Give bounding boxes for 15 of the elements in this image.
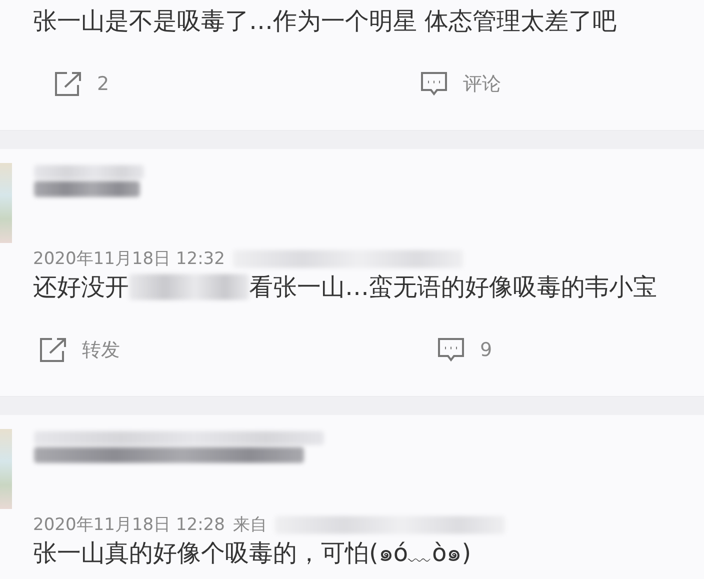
share-icon[interactable] — [53, 70, 83, 98]
comment-text: 看张一山…蛮无语的好像吸毒的韦小宝 — [249, 272, 657, 303]
share-icon[interactable] — [38, 336, 68, 364]
share-label[interactable]: 转发 — [82, 337, 120, 363]
comment-date: 2020年11月18日 12:28 — [33, 514, 225, 536]
source-label: 来自 — [232, 514, 267, 536]
comment-label[interactable]: 评论 — [463, 71, 501, 97]
comment-text: 还好没开 — [33, 272, 129, 303]
comment-icon[interactable] — [436, 336, 466, 364]
comment-date: 2020年11月18日 12:32 — [33, 248, 225, 270]
comment-text: 张一山真的好像个吸毒的，可怕(๑ó﹏ò๑) — [33, 538, 472, 569]
comment-icon[interactable] — [419, 70, 449, 98]
comment-text: 张一山是不是吸毒了…作为一个明星 体态管理太差了吧 — [33, 6, 617, 37]
comment-label[interactable]: 9 — [480, 339, 492, 361]
share-label[interactable]: 2 — [97, 73, 110, 95]
